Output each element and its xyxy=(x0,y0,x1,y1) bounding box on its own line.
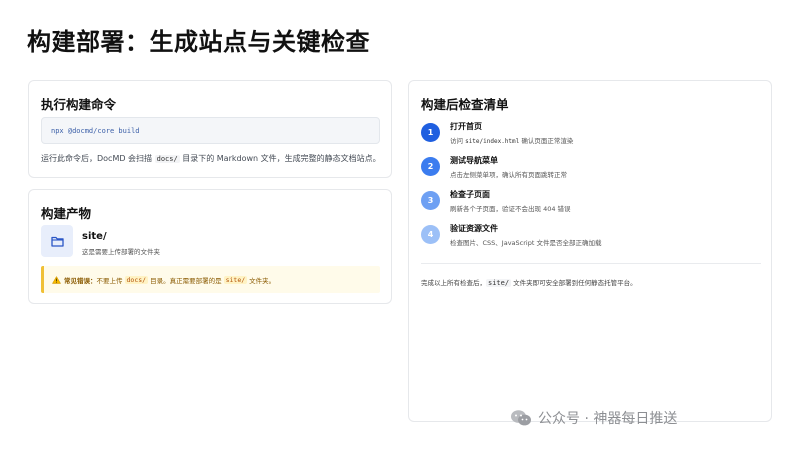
checklist-item-check-subpages: 3 检查子页面 刷新各个子页面，验证不会出现 404 错误 xyxy=(421,188,761,218)
warning-text-3: 文件夹。 xyxy=(249,276,276,285)
watermark: 公众号 · 神器每日推送 xyxy=(510,406,677,430)
checklist-item-title: 检查子页面 xyxy=(450,190,490,199)
desc-inline-code: docs/ xyxy=(154,155,180,163)
checklist-item-verify-assets: 4 验证资源文件 检查图片、CSS、JavaScript 文件是否全部正确加载 xyxy=(421,222,761,252)
step-number-badge: 4 xyxy=(421,225,440,244)
desc-text-after: 目录下的 Markdown 文件，生成完整的静态文档站点。 xyxy=(179,154,381,163)
command-code-block[interactable]: npx @docmd/core build xyxy=(41,117,380,144)
checklist-item-description: 点击左侧菜单项，确认所有页面跳转正常 xyxy=(450,171,567,179)
folder-icon xyxy=(41,225,73,257)
output-folder-name: site/ xyxy=(82,231,107,242)
build-output-card: 构建产物 site/ 这是需要上传部署的文件夹 常见错误： 不要上传 docs/ … xyxy=(28,189,392,304)
checklist-card: 构建后检查清单 1 打开首页 访问 site/index.html 确认页面正常… xyxy=(408,80,772,422)
checklist-heading: 构建后检查清单 xyxy=(421,97,509,112)
build-command-heading: 执行构建命令 xyxy=(41,97,117,112)
output-folder-description: 这是需要上传部署的文件夹 xyxy=(82,248,160,256)
checklist-item-description: 刷新各个子页面，验证不会出现 404 错误 xyxy=(450,205,571,213)
step-number-badge: 1 xyxy=(421,123,440,142)
warning-text-1: 不要上传 xyxy=(96,276,123,285)
warning-label: 常见错误： xyxy=(64,276,97,285)
watermark-text: 公众号 · 神器每日推送 xyxy=(538,411,678,427)
item-desc-before: 访问 xyxy=(450,137,466,145)
checklist-item-title: 验证资源文件 xyxy=(450,224,498,233)
checklist-item-description: 访问 site/index.html 确认页面正常渲染 xyxy=(450,135,573,145)
warning-code-1: docs/ xyxy=(124,275,149,284)
checklist-item-test-navigation: 2 测试导航菜单 点击左侧菜单项，确认所有页面跳转正常 xyxy=(421,154,761,184)
step-number-badge: 3 xyxy=(421,191,440,210)
page-title: 构建部署：生成站点与关键检查 xyxy=(27,28,370,56)
footer-text-after: 文件夹即可安全部署到任何静态托管平台。 xyxy=(511,279,637,287)
warning-text-2: 目录。真正需要部署的是 xyxy=(150,276,222,285)
warning-code-2: site/ xyxy=(223,275,248,284)
checklist-footer-note: 完成以上所有检查后， site/ 文件夹即可安全部署到任何静态托管平台。 xyxy=(421,277,637,287)
desc-text-before: 运行此命令后，DocMD 会扫描 xyxy=(41,154,155,163)
footer-text-before: 完成以上所有检查后， xyxy=(421,279,486,287)
footer-inline-code: site/ xyxy=(486,279,512,287)
warning-callout: 常见错误： 不要上传 docs/ 目录。真正需要部署的是 site/ 文件夹。 xyxy=(41,266,380,293)
checklist-item-title: 测试导航菜单 xyxy=(450,156,498,165)
build-output-heading: 构建产物 xyxy=(41,206,92,221)
item-desc-code: site/index.html xyxy=(465,138,520,145)
checklist-item-open-homepage: 1 打开首页 访问 site/index.html 确认页面正常渲染 xyxy=(421,120,761,150)
step-number-badge: 2 xyxy=(421,157,440,176)
item-desc-after: 确认页面正常渲染 xyxy=(519,137,574,145)
divider xyxy=(421,263,761,264)
build-command-card: 执行构建命令 npx @docmd/core build 运行此命令后，DocM… xyxy=(28,80,392,178)
warning-icon xyxy=(52,275,61,284)
build-command-description: 运行此命令后，DocMD 会扫描 docs/ 目录下的 Markdown 文件，… xyxy=(41,153,386,164)
checklist-item-description: 检查图片、CSS、JavaScript 文件是否全部正确加载 xyxy=(450,239,602,247)
wechat-icon xyxy=(510,409,532,427)
checklist-item-title: 打开首页 xyxy=(450,122,482,131)
